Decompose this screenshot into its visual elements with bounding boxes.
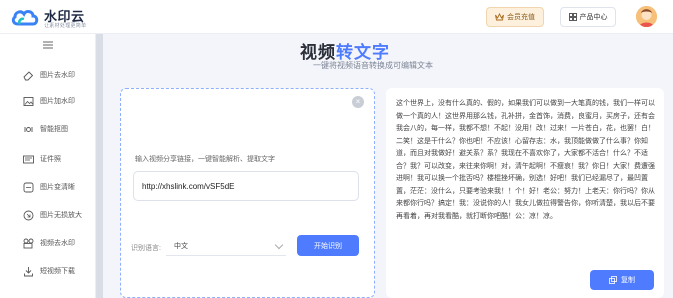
language-label: 识别语言:: [131, 245, 161, 252]
logo-slogan: 让素材处理更简单: [44, 23, 87, 29]
sidebar: 图片去水印 图片加水印 智能抠图 证件照 图片变清晰 图片无损放大 视频去水印 …: [0, 34, 96, 298]
input-hint: 输入视频分享链接，一键智能解析、提取文字: [135, 156, 275, 163]
start-recognition-button[interactable]: 开始识别: [297, 235, 359, 256]
image-add-icon: [23, 96, 34, 106]
sidebar-item-label: 证件照: [40, 156, 61, 163]
page-subtitle: 一键将视频语音转换成可编辑文本: [313, 61, 433, 70]
cutout-icon: [24, 126, 33, 132]
copy-button-label: 复制: [621, 277, 635, 284]
sidebar-item-add-image-watermark[interactable]: 图片加水印: [0, 90, 96, 112]
eraser-icon: [23, 70, 34, 80]
sidebar-scrollbar[interactable]: [96, 34, 103, 298]
sidebar-item-label: 图片无损放大: [40, 212, 82, 219]
sidebar-item-label: 视频去水印: [40, 240, 75, 247]
result-text[interactable]: 这个世界上，没有什么真的、假的，如果我们可以做到一大笔真的钱，我们一样可以做一个…: [396, 98, 658, 223]
id-card-icon: [23, 155, 34, 163]
product-center-label: 产品中心: [579, 14, 608, 21]
sidebar-item-label: 图片加水印: [40, 98, 75, 105]
menu-toggle-icon[interactable]: [42, 38, 54, 52]
top-header: 水印云 让素材处理更简单 会员充值 产品中心: [0, 0, 673, 34]
crown-icon: [495, 13, 504, 21]
sidebar-item-label: 智能抠图: [40, 126, 68, 133]
cloud-logo-icon: [11, 10, 39, 26]
copy-icon: [609, 276, 617, 284]
language-select-value: 中文: [174, 242, 188, 250]
sidebar-item-label: 短视频下载: [40, 268, 75, 275]
input-card: × 输入视频分享链接，一键智能解析、提取文字 http://xhslink.co…: [120, 88, 375, 298]
avatar-face-icon: [636, 6, 657, 27]
sidebar-item-remove-image-watermark[interactable]: 图片去水印: [0, 64, 96, 86]
vip-recharge-button[interactable]: 会员充值: [486, 7, 544, 27]
video-icon: [23, 238, 34, 248]
sidebar-item-label: 图片变清晰: [40, 184, 75, 191]
video-url-input[interactable]: http://xhslink.com/vSF5dE: [133, 171, 359, 201]
download-icon: [24, 266, 33, 276]
sidebar-item-short-video-download[interactable]: 短视频下载: [0, 260, 96, 282]
product-center-button[interactable]: 产品中心: [560, 7, 616, 27]
copy-button[interactable]: 复制: [590, 270, 654, 290]
clear-icon[interactable]: ×: [352, 96, 364, 108]
enlarge-icon: [23, 210, 34, 220]
chevron-down-icon: [274, 240, 284, 250]
sidebar-item-image-clarify[interactable]: 图片变清晰: [0, 176, 96, 198]
vip-recharge-label: 会员充值: [507, 14, 535, 21]
grid-icon: [568, 13, 577, 21]
sidebar-item-smart-cutout[interactable]: 智能抠图: [0, 118, 96, 140]
sidebar-item-label: 图片去水印: [40, 72, 75, 79]
language-select[interactable]: 中文: [166, 236, 286, 256]
sidebar-item-id-photo[interactable]: 证件照: [0, 148, 96, 170]
sidebar-item-remove-video-watermark[interactable]: 视频去水印: [0, 232, 96, 254]
clarity-icon: [23, 182, 34, 192]
result-card: 这个世界上，没有什么真的、假的，如果我们可以做到一大笔真的钱，我们一样可以做一个…: [386, 88, 664, 298]
sidebar-item-lossless-enlarge[interactable]: 图片无损放大: [0, 204, 96, 226]
user-avatar[interactable]: [636, 6, 657, 27]
